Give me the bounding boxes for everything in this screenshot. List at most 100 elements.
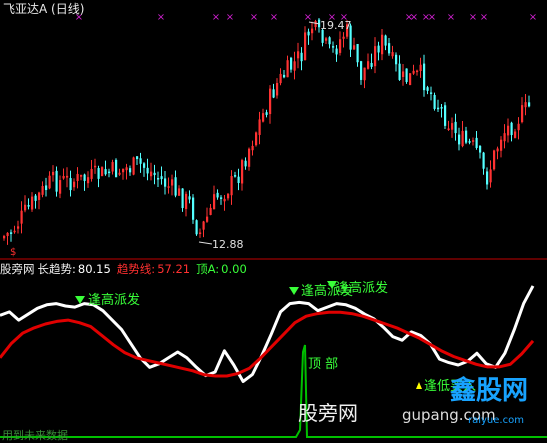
candle-body bbox=[300, 52, 303, 62]
cross-marker: × bbox=[226, 12, 234, 23]
candle-body bbox=[234, 175, 237, 177]
watermark-logo: 鑫股网 bbox=[450, 376, 529, 406]
candle-body bbox=[195, 220, 198, 235]
candle-body bbox=[367, 61, 370, 69]
candle-body bbox=[276, 82, 279, 96]
candle-body bbox=[279, 73, 282, 84]
candle-body bbox=[377, 45, 380, 53]
candle-body bbox=[391, 52, 394, 57]
candle-body bbox=[426, 87, 429, 91]
candle-body bbox=[496, 148, 499, 152]
candle-body bbox=[286, 60, 289, 78]
candle-body bbox=[269, 88, 272, 115]
candle-body bbox=[528, 102, 531, 107]
candle-body bbox=[185, 193, 188, 209]
candle-body bbox=[80, 174, 83, 177]
candle-body bbox=[97, 168, 100, 179]
candle-body bbox=[132, 157, 135, 175]
candle-body bbox=[178, 188, 181, 196]
top-a-label: 顶A: bbox=[196, 262, 220, 276]
trendline-label: 趋势线: bbox=[116, 262, 156, 276]
candle-body bbox=[440, 107, 443, 109]
candle-body bbox=[468, 141, 471, 143]
candle-body bbox=[248, 148, 251, 167]
candle-body bbox=[181, 188, 184, 209]
candle-body bbox=[353, 45, 356, 50]
candle-body bbox=[265, 112, 268, 115]
candle-body bbox=[125, 167, 128, 171]
candle-body bbox=[297, 51, 300, 59]
chart-title: 飞亚达A (日线) bbox=[3, 2, 85, 16]
candle-body bbox=[398, 63, 401, 80]
candle-body bbox=[192, 197, 195, 220]
candle-body bbox=[111, 162, 114, 172]
candle-body bbox=[314, 21, 317, 28]
cross-marker: × bbox=[212, 12, 220, 23]
candle-body bbox=[479, 145, 482, 153]
candle-body bbox=[258, 119, 261, 135]
candle-body bbox=[409, 73, 412, 86]
indicator-name: 长趋势: bbox=[37, 262, 76, 276]
candle-body bbox=[472, 140, 475, 142]
candle-body bbox=[360, 61, 363, 80]
candle-body bbox=[461, 130, 464, 147]
candle-body bbox=[444, 105, 447, 126]
candle-body bbox=[66, 175, 69, 178]
candle-body bbox=[447, 128, 450, 130]
candle-body bbox=[283, 74, 286, 78]
watermark-bottom: 用到未来数据 bbox=[2, 429, 68, 442]
candle-body bbox=[104, 169, 107, 175]
candle-body bbox=[83, 174, 86, 181]
candle-body bbox=[143, 163, 146, 168]
candle-body bbox=[412, 70, 415, 74]
candle-body bbox=[388, 43, 391, 54]
candle-body bbox=[20, 210, 23, 224]
top-a-value: 0.00 bbox=[221, 262, 247, 276]
candle-body bbox=[255, 132, 258, 146]
candle-body bbox=[230, 175, 233, 196]
candle-body bbox=[402, 71, 405, 78]
flag-marker: $ bbox=[10, 247, 16, 258]
candle-body bbox=[507, 125, 510, 136]
candle-body bbox=[167, 186, 170, 188]
candle-body bbox=[101, 167, 104, 177]
cross-marker: × bbox=[447, 12, 455, 23]
candle-body bbox=[332, 46, 335, 48]
candle-body bbox=[489, 169, 492, 183]
indicator-header: 股旁网 长趋势: 80.15 趋势线: 57.21 顶A: 0.00 bbox=[0, 262, 253, 276]
candle-body bbox=[423, 63, 426, 91]
candle-body bbox=[164, 178, 167, 187]
cross-marker: × bbox=[480, 12, 488, 23]
candle-body bbox=[52, 171, 55, 176]
top-label: 顶 部 bbox=[308, 357, 338, 372]
watermark-domain: raiyue.com bbox=[468, 415, 524, 426]
candle-body bbox=[129, 168, 132, 173]
candle-body bbox=[153, 172, 156, 176]
candle-body bbox=[339, 39, 342, 53]
candle-body bbox=[27, 205, 30, 207]
candle-body bbox=[199, 232, 202, 234]
candle-body bbox=[160, 176, 163, 180]
candle-body bbox=[458, 134, 461, 145]
trend-value: 80.15 bbox=[77, 262, 111, 276]
candle-body bbox=[311, 28, 314, 34]
candle-body bbox=[122, 168, 125, 173]
candle-body bbox=[10, 232, 13, 234]
candle-body bbox=[157, 178, 160, 180]
candle-body bbox=[38, 192, 41, 200]
candle-body bbox=[45, 185, 48, 191]
candle-body bbox=[419, 64, 422, 71]
candle-body bbox=[405, 68, 408, 83]
candle-body bbox=[503, 133, 506, 142]
candle-body bbox=[213, 194, 216, 210]
candle-body bbox=[454, 121, 457, 134]
candle-body bbox=[139, 158, 142, 164]
candle-body bbox=[87, 177, 90, 184]
candle-body bbox=[493, 150, 496, 170]
candle-body bbox=[342, 36, 345, 39]
price-candles bbox=[3, 18, 531, 245]
candle-body bbox=[76, 173, 79, 182]
candle-body bbox=[150, 171, 153, 177]
candle-body bbox=[48, 175, 51, 189]
candle-body bbox=[31, 196, 34, 210]
